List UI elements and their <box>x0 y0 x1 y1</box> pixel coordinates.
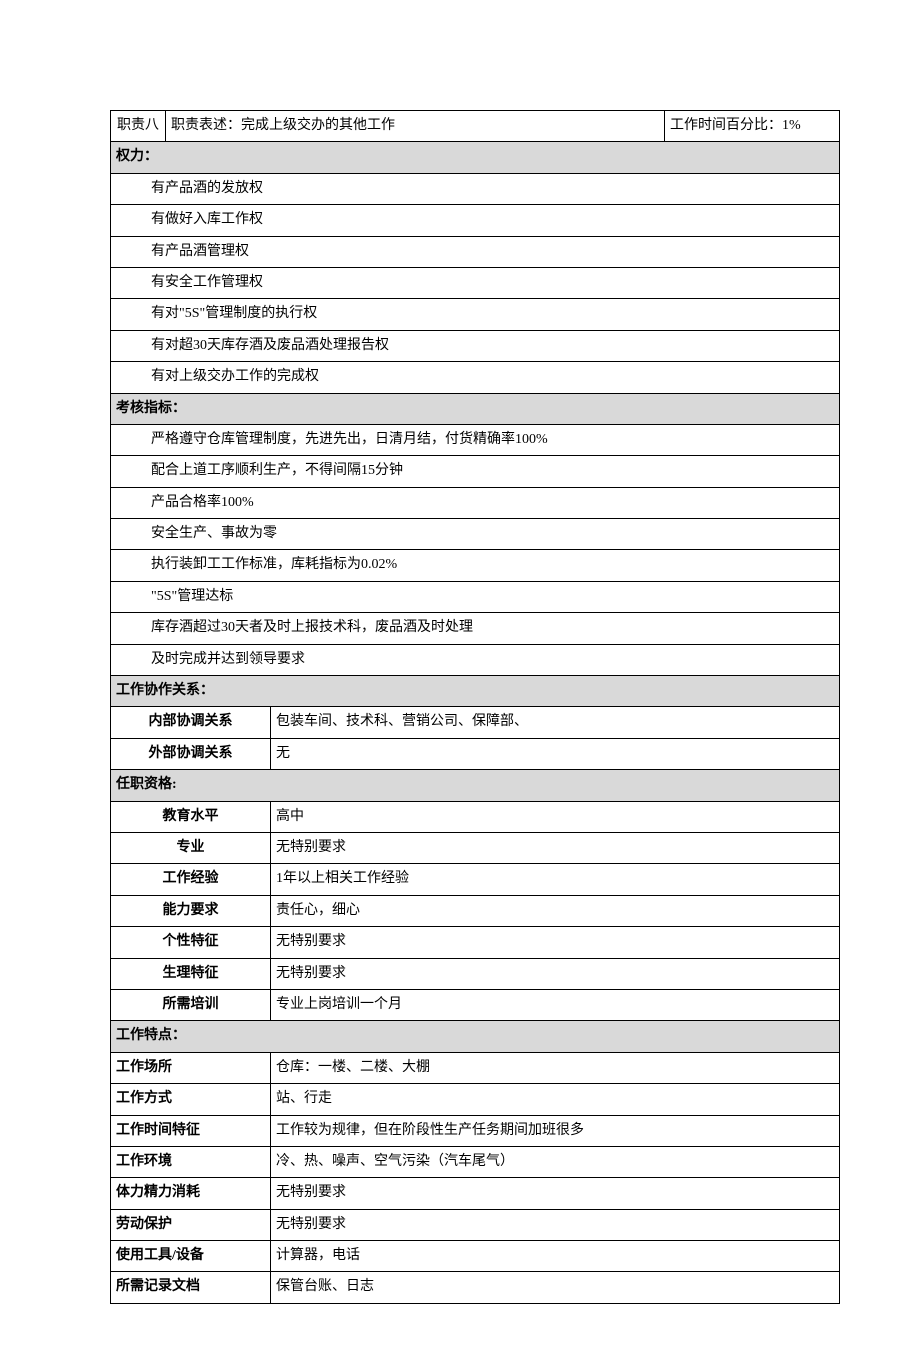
coop-internal-value: 包装车间、技术科、营销公司、保障部、 <box>271 707 840 738</box>
feat-label-3: 工作环境 <box>111 1146 271 1177</box>
power-item-5: 有对超30天库存酒及废品酒处理报告权 <box>111 330 840 361</box>
coop-external-label: 外部协调关系 <box>111 738 271 769</box>
feat-value-6: 计算器，电话 <box>271 1241 840 1272</box>
duty-8-time-label: 工作时间百分比： <box>670 118 782 133</box>
feat-label-7: 所需记录文档 <box>111 1272 271 1303</box>
feat-label-0: 工作场所 <box>111 1052 271 1083</box>
duty-8-desc: 完成上级交办的其他工作 <box>241 118 395 133</box>
feat-value-4: 无特别要求 <box>271 1178 840 1209</box>
qual-label-6: 所需培训 <box>111 989 271 1020</box>
kpi-header: 考核指标： <box>111 393 840 424</box>
kpi-item-5: "5S"管理达标 <box>111 581 840 612</box>
qual-label-3: 能力要求 <box>111 895 271 926</box>
feat-header: 工作特点： <box>111 1021 840 1052</box>
duty-8-row: 职责八 职责表述：完成上级交办的其他工作 工作时间百分比：1% <box>111 111 840 142</box>
job-description-table: 职责八 职责表述：完成上级交办的其他工作 工作时间百分比：1% 权力： 有产品酒… <box>110 110 840 1304</box>
powers-header: 权力： <box>111 142 840 173</box>
kpi-item-1: 配合上道工序顺利生产，不得间隔15分钟 <box>111 456 840 487</box>
feat-value-7: 保管台账、日志 <box>271 1272 840 1303</box>
power-item-0: 有产品酒的发放权 <box>111 173 840 204</box>
kpi-item-3: 安全生产、事故为零 <box>111 519 840 550</box>
coop-external-value: 无 <box>271 738 840 769</box>
coop-internal-label: 内部协调关系 <box>111 707 271 738</box>
feat-label-6: 使用工具/设备 <box>111 1241 271 1272</box>
feat-value-3: 冷、热、噪声、空气污染（汽车尾气） <box>271 1146 840 1177</box>
qual-value-3: 责任心，细心 <box>271 895 840 926</box>
duty-8-desc-cell: 职责表述：完成上级交办的其他工作 <box>166 111 665 142</box>
qual-value-0: 高中 <box>271 801 840 832</box>
feat-value-5: 无特别要求 <box>271 1209 840 1240</box>
feat-value-0: 仓库：一楼、二楼、大棚 <box>271 1052 840 1083</box>
qual-value-4: 无特别要求 <box>271 927 840 958</box>
qual-label-2: 工作经验 <box>111 864 271 895</box>
duty-8-desc-label: 职责表述： <box>171 118 241 133</box>
power-item-6: 有对上级交办工作的完成权 <box>111 362 840 393</box>
coop-header: 工作协作关系： <box>111 676 840 707</box>
kpi-item-7: 及时完成并达到领导要求 <box>111 644 840 675</box>
feat-label-4: 体力精力消耗 <box>111 1178 271 1209</box>
qual-label-1: 专业 <box>111 832 271 863</box>
kpi-item-0: 严格遵守仓库管理制度，先进先出，日清月结，付货精确率100% <box>111 424 840 455</box>
power-item-3: 有安全工作管理权 <box>111 267 840 298</box>
qual-header: 任职资格: <box>111 770 840 801</box>
feat-value-2: 工作较为规律，但在阶段性生产任务期间加班很多 <box>271 1115 840 1146</box>
kpi-item-6: 库存酒超过30天者及时上报技术科，废品酒及时处理 <box>111 613 840 644</box>
duty-8-time-cell: 工作时间百分比：1% <box>665 111 840 142</box>
power-item-1: 有做好入库工作权 <box>111 205 840 236</box>
feat-label-2: 工作时间特征 <box>111 1115 271 1146</box>
qual-label-5: 生理特征 <box>111 958 271 989</box>
qual-label-4: 个性特征 <box>111 927 271 958</box>
qual-value-5: 无特别要求 <box>271 958 840 989</box>
qual-value-1: 无特别要求 <box>271 832 840 863</box>
qual-value-6: 专业上岗培训一个月 <box>271 989 840 1020</box>
qual-label-0: 教育水平 <box>111 801 271 832</box>
kpi-item-2: 产品合格率100% <box>111 487 840 518</box>
duty-8-time-value: 1% <box>782 118 801 133</box>
kpi-item-4: 执行装卸工工作标准，库耗指标为0.02% <box>111 550 840 581</box>
duty-8-label: 职责八 <box>111 111 166 142</box>
feat-value-1: 站、行走 <box>271 1084 840 1115</box>
power-item-4: 有对"5S"管理制度的执行权 <box>111 299 840 330</box>
power-item-2: 有产品酒管理权 <box>111 236 840 267</box>
feat-label-1: 工作方式 <box>111 1084 271 1115</box>
qual-value-2: 1年以上相关工作经验 <box>271 864 840 895</box>
feat-label-5: 劳动保护 <box>111 1209 271 1240</box>
